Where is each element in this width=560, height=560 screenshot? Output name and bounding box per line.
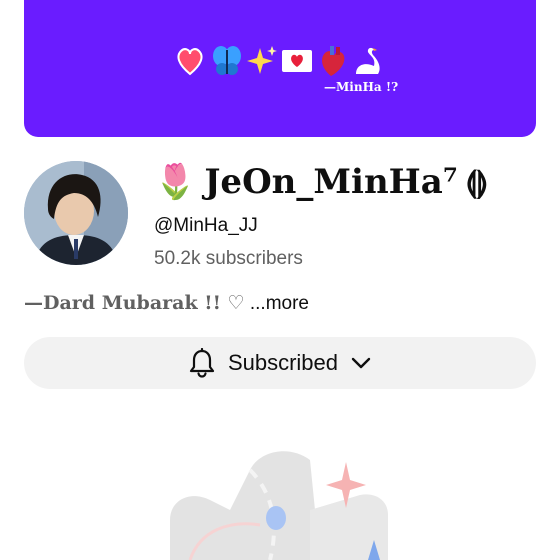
channel-name: 🌷 JeOn_MinHa⁷ ⟬⟭ [154, 160, 488, 204]
channel-banner: —MinHa !? [24, 0, 536, 137]
bell-icon [188, 348, 216, 378]
anatomical-heart-icon [322, 46, 345, 76]
channel-handle: @MinHa_JJ [154, 215, 258, 236]
chevron-down-icon [350, 356, 372, 370]
subscribed-button[interactable]: Subscribed [24, 337, 536, 389]
description-text: —Dard Mubarak !! ♡ [24, 292, 245, 314]
banner-emoji-row [177, 46, 380, 76]
avatar[interactable] [24, 161, 128, 265]
swan-icon [356, 47, 380, 74]
subscriber-count: 50.2k subscribers [154, 248, 303, 269]
sparkles-icon [247, 46, 277, 74]
love-letter-icon [282, 50, 312, 72]
banner-signature: —MinHa !? [324, 80, 399, 94]
channel-name-text: JeOn_MinHa⁷ [204, 162, 458, 202]
heart-icon [177, 48, 203, 76]
more-link[interactable]: ...more [250, 293, 309, 314]
channel-description[interactable]: —Dard Mubarak !! ♡ ...more [24, 292, 309, 315]
tulip-icon: 🌷 [154, 162, 197, 202]
channel-name-brackets: ⟬⟭ [465, 164, 488, 200]
illustration-icon [170, 451, 388, 560]
avatar-image [24, 161, 128, 265]
subscribed-button-label: Subscribed [227, 350, 339, 375]
butterfly-icon [213, 46, 241, 75]
